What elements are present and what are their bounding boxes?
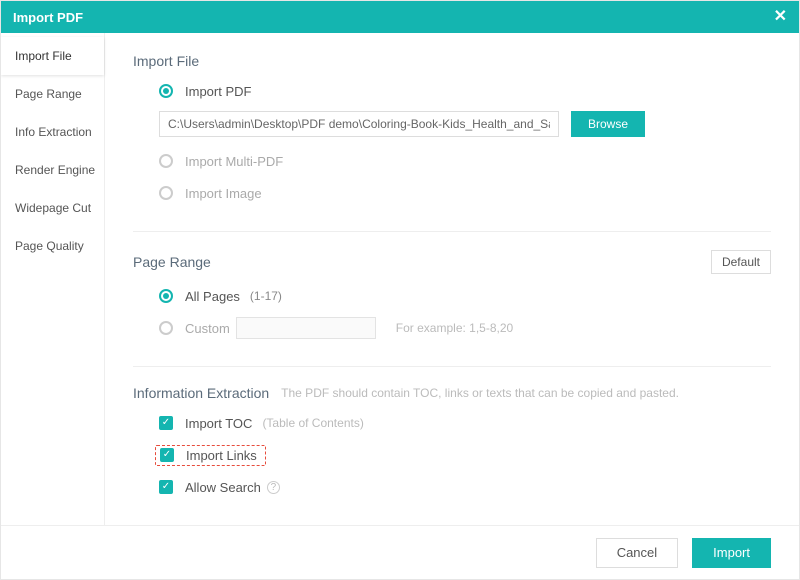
- checkbox-icon: [159, 416, 173, 430]
- section-info-extraction: Information Extraction The PDF should co…: [133, 385, 771, 525]
- radio-icon: [159, 321, 173, 335]
- sidebar-item-render-engine[interactable]: Render Engine: [1, 151, 104, 189]
- section-subtitle: The PDF should contain TOC, links or tex…: [281, 386, 679, 400]
- sidebar-item-label: Page Range: [15, 87, 82, 101]
- custom-range-input[interactable]: [236, 317, 376, 339]
- option-import-image[interactable]: Import Image: [159, 181, 771, 205]
- sidebar-item-page-quality[interactable]: Page Quality: [1, 227, 104, 265]
- option-import-pdf[interactable]: Import PDF: [159, 79, 771, 103]
- section-import-file: Import File Import PDF Browse Import Mul…: [133, 53, 771, 232]
- sidebar-item-label: Info Extraction: [15, 125, 92, 139]
- option-label: All Pages: [185, 289, 240, 304]
- option-label: Import TOC: [185, 416, 252, 431]
- dialog-title: Import PDF: [13, 10, 83, 25]
- checkbox-icon[interactable]: [160, 448, 174, 462]
- section-title: Import File: [133, 53, 199, 69]
- sidebar-item-label: Render Engine: [15, 163, 95, 177]
- section-title: Information Extraction: [133, 385, 269, 401]
- sidebar-item-label: Widepage Cut: [15, 201, 91, 215]
- option-label: Import Multi-PDF: [185, 154, 283, 169]
- radio-icon: [159, 84, 173, 98]
- cancel-button[interactable]: Cancel: [596, 538, 678, 568]
- dialog-body: Import File Page Range Info Extraction R…: [1, 33, 799, 525]
- toc-hint: (Table of Contents): [262, 416, 363, 430]
- import-button[interactable]: Import: [692, 538, 771, 568]
- sidebar-item-import-file[interactable]: Import File: [1, 37, 104, 75]
- radio-icon: [159, 289, 173, 303]
- section-page-range: Page Range Default All Pages (1-17) Cust…: [133, 250, 771, 367]
- pdf-path-input[interactable]: [159, 111, 559, 137]
- sidebar-item-info-extraction[interactable]: Info Extraction: [1, 113, 104, 151]
- option-label: Custom: [185, 321, 230, 336]
- custom-range-hint: For example: 1,5-8,20: [396, 321, 513, 335]
- close-icon[interactable]: ✕: [774, 9, 787, 25]
- import-pdf-dialog: Import PDF ✕ Import File Page Range Info…: [0, 0, 800, 580]
- all-pages-range: (1-17): [250, 289, 282, 303]
- radio-icon: [159, 154, 173, 168]
- browse-button[interactable]: Browse: [571, 111, 645, 137]
- option-all-pages[interactable]: All Pages (1-17): [159, 284, 771, 308]
- sidebar-item-widepage-cut[interactable]: Widepage Cut: [1, 189, 104, 227]
- option-label: Import PDF: [185, 84, 251, 99]
- option-label[interactable]: Import Links: [186, 448, 257, 463]
- option-custom-pages[interactable]: Custom For example: 1,5-8,20: [159, 316, 771, 340]
- option-allow-search[interactable]: Allow Search ?: [159, 475, 771, 499]
- title-bar: Import PDF ✕: [1, 1, 799, 33]
- sidebar-item-label: Page Quality: [15, 239, 84, 253]
- sidebar: Import File Page Range Info Extraction R…: [1, 33, 105, 525]
- option-import-toc[interactable]: Import TOC (Table of Contents): [159, 411, 771, 435]
- default-button[interactable]: Default: [711, 250, 771, 274]
- dialog-footer: Cancel Import: [1, 525, 799, 579]
- section-title: Page Range: [133, 254, 211, 270]
- checkbox-icon: [159, 480, 173, 494]
- option-label: Allow Search: [185, 480, 261, 495]
- option-import-links-highlight: Import Links: [155, 445, 266, 466]
- content-scroll[interactable]: Import File Import PDF Browse Import Mul…: [105, 33, 799, 525]
- sidebar-item-page-range[interactable]: Page Range: [1, 75, 104, 113]
- sidebar-item-label: Import File: [15, 49, 72, 63]
- help-icon[interactable]: ?: [267, 481, 280, 494]
- option-label: Import Image: [185, 186, 262, 201]
- option-import-multi-pdf[interactable]: Import Multi-PDF: [159, 149, 771, 173]
- radio-icon: [159, 186, 173, 200]
